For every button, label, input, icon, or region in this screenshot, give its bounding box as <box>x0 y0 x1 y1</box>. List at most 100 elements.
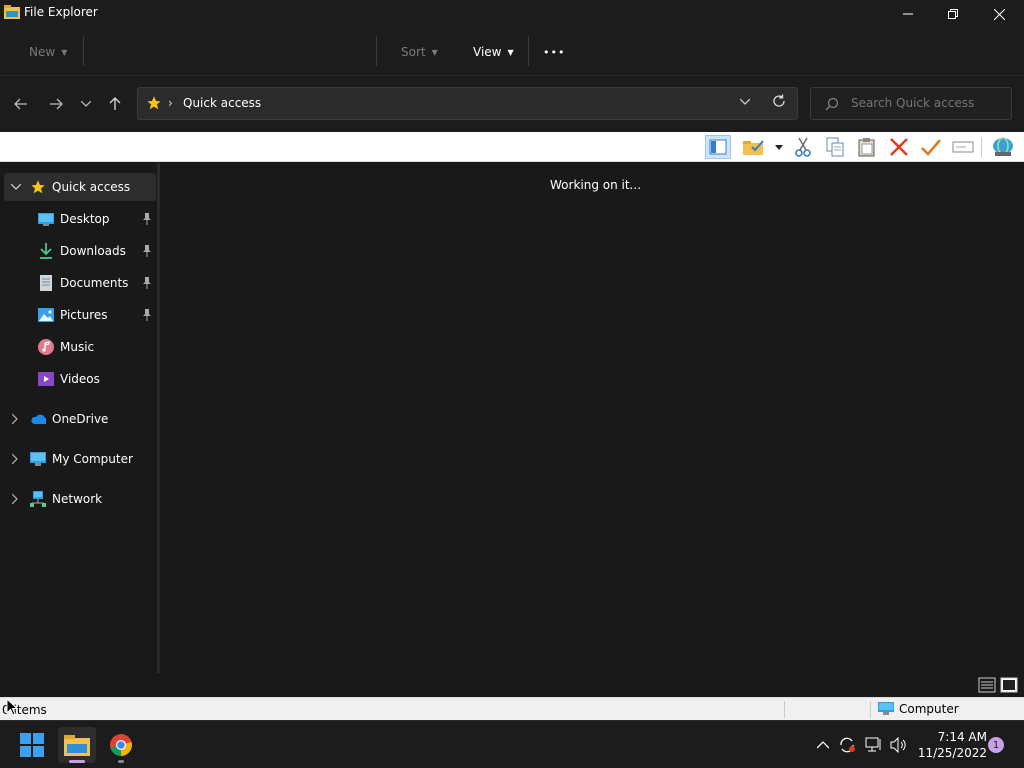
clock[interactable]: 7:14 AM 11/25/2022 <box>915 729 987 761</box>
arrow-left-icon <box>14 98 27 110</box>
globe-icon <box>993 137 1013 156</box>
music-icon <box>38 339 54 355</box>
cloud-icon <box>30 411 46 427</box>
divider <box>784 701 785 718</box>
sidebar-item-onedrive[interactable]: OneDrive <box>0 405 156 433</box>
status-computer: Computer <box>878 702 959 716</box>
sidebar-item-label: Videos <box>60 372 100 386</box>
chevron-down-icon[interactable] <box>10 181 22 193</box>
file-explorer-icon <box>4 5 20 19</box>
large-icons-view-button[interactable] <box>1000 677 1018 696</box>
details-view-icon <box>978 677 996 693</box>
large-icons-view-icon <box>1000 677 1018 693</box>
show-hidden-icons-button[interactable] <box>813 735 833 755</box>
loading-message: Working on it... <box>550 178 642 192</box>
preview-pane-button[interactable] <box>705 135 731 159</box>
network-globe-button[interactable] <box>990 135 1016 159</box>
search-box[interactable] <box>810 87 1012 120</box>
chevron-right-icon[interactable] <box>9 493 21 505</box>
command-bar: New ▼ Sort ▼ View ▼ ••• <box>0 28 1024 76</box>
sidebar-item-label: Pictures <box>60 308 108 322</box>
close-button[interactable] <box>976 0 1022 28</box>
forward-button[interactable] <box>44 94 68 114</box>
quick-toolbar <box>0 132 1024 162</box>
confirm-button[interactable] <box>918 135 944 159</box>
downloads-icon <box>38 243 54 259</box>
recent-locations-button[interactable] <box>74 94 98 114</box>
taskbar-chrome[interactable] <box>102 727 140 763</box>
chevron-down-icon: ▼ <box>431 47 438 57</box>
pictures-icon <box>38 307 54 323</box>
chevron-right-icon[interactable] <box>9 413 21 425</box>
sidebar-item-network[interactable]: Network <box>0 485 156 513</box>
paste-icon <box>858 138 875 157</box>
sidebar-item-pictures[interactable]: Pictures <box>0 301 156 329</box>
search-input[interactable] <box>851 96 1001 110</box>
new-label: New <box>29 45 56 59</box>
up-button[interactable] <box>103 94 127 114</box>
start-button[interactable] <box>13 727 51 763</box>
view-button[interactable]: View ▼ <box>473 42 514 62</box>
documents-icon <box>38 275 54 291</box>
folder-check-icon <box>743 140 764 155</box>
back-button[interactable] <box>9 94 33 114</box>
title-bar: File Explorer <box>0 0 1024 28</box>
navigation-pane: Quick access Desktop Downloads Documents… <box>0 163 158 696</box>
chevron-down-icon: ▼ <box>61 47 68 57</box>
address-bar[interactable]: › Quick access <box>137 87 798 120</box>
pin-icon <box>143 213 151 225</box>
sync-icon[interactable] <box>837 735 857 755</box>
divider <box>870 701 871 718</box>
volume-icon[interactable] <box>889 735 909 755</box>
sidebar-item-downloads[interactable]: Downloads <box>0 237 156 265</box>
view-toggle-group <box>978 677 1022 695</box>
network-status-icon[interactable] <box>864 735 884 755</box>
restore-button[interactable] <box>930 0 976 28</box>
sort-button[interactable]: Sort ▼ <box>401 42 438 62</box>
sidebar-item-my-computer[interactable]: My Computer <box>0 445 156 473</box>
breadcrumb-separator: › <box>168 96 173 110</box>
chevron-down-icon <box>81 101 91 107</box>
copy-button[interactable] <box>822 135 848 159</box>
divider <box>376 36 377 66</box>
minimize-button[interactable] <box>885 0 931 28</box>
details-view-button[interactable] <box>978 677 996 696</box>
sidebar-item-desktop[interactable]: Desktop <box>0 205 156 233</box>
delete-button[interactable] <box>886 135 912 159</box>
status-bar: 0 items Computer <box>0 697 1024 720</box>
arrow-right-icon <box>50 98 63 110</box>
rename-icon <box>952 141 974 153</box>
sidebar-item-videos[interactable]: Videos <box>0 365 156 393</box>
sidebar-item-music[interactable]: Music <box>0 333 156 361</box>
pane-icon <box>709 139 727 155</box>
rename-button[interactable] <box>950 135 976 159</box>
sidebar-item-documents[interactable]: Documents <box>0 269 156 297</box>
arrow-up-icon <box>109 97 121 110</box>
refresh-icon[interactable] <box>772 94 786 112</box>
notification-badge[interactable]: 1 <box>988 737 1004 753</box>
chevron-down-icon: ▼ <box>507 47 514 57</box>
star-icon <box>146 95 162 111</box>
sidebar-item-label: OneDrive <box>52 412 109 426</box>
chevron-right-icon[interactable] <box>9 453 21 465</box>
view-label: View <box>473 45 502 59</box>
sidebar-item-quick-access[interactable]: Quick access <box>4 173 156 201</box>
taskbar-file-explorer[interactable] <box>58 727 96 763</box>
running-indicator <box>118 760 124 763</box>
dropdown-arrow-button[interactable] <box>771 135 787 159</box>
select-folder-button[interactable] <box>741 135 767 159</box>
new-button[interactable]: New ▼ <box>29 42 67 62</box>
delete-x-icon <box>890 138 908 156</box>
paste-button[interactable] <box>854 135 880 159</box>
more-options-button[interactable]: ••• <box>543 42 565 62</box>
star-icon <box>30 179 46 195</box>
window-title: File Explorer <box>24 5 98 19</box>
chevron-down-icon[interactable] <box>739 97 751 108</box>
sidebar-item-label: Desktop <box>60 212 110 226</box>
divider <box>528 36 529 66</box>
sidebar-item-label: Music <box>60 340 95 354</box>
breadcrumb-quick-access[interactable]: Quick access <box>183 96 261 110</box>
cut-button[interactable] <box>790 135 816 159</box>
sidebar-item-label: My Computer <box>52 452 133 466</box>
pin-icon <box>143 309 151 321</box>
